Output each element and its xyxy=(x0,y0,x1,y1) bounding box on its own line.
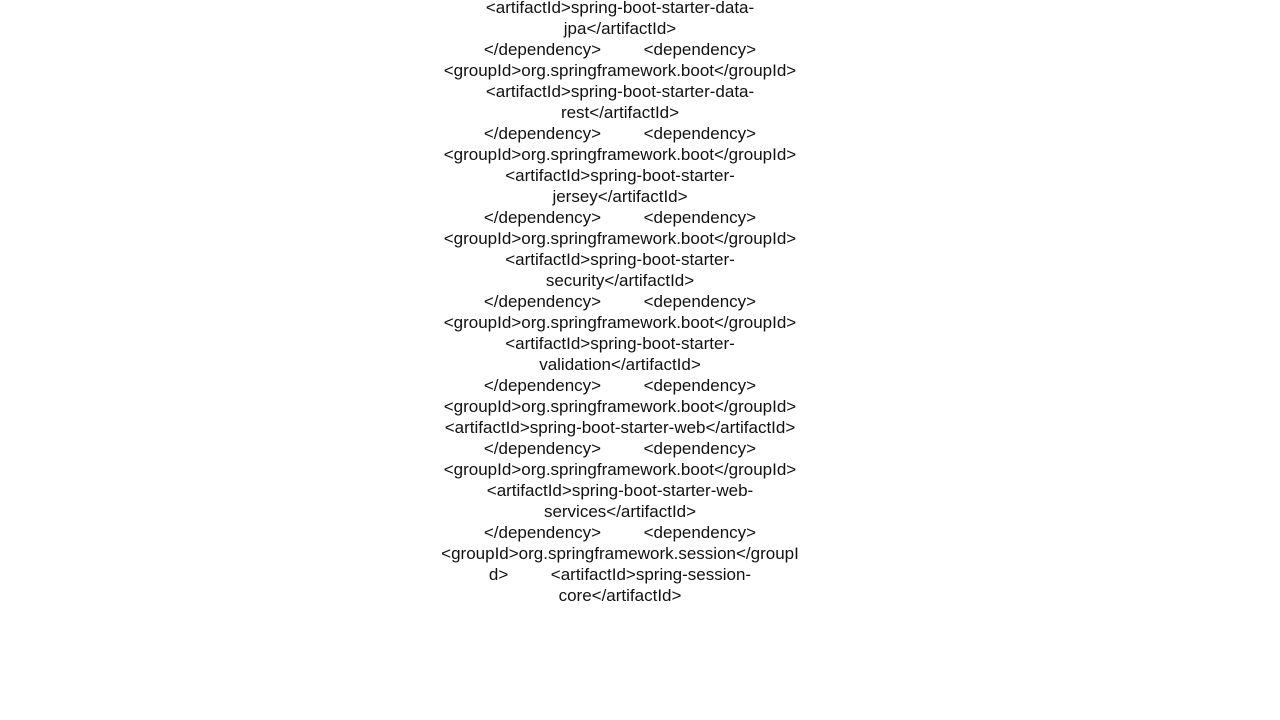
open-dependency: <dependency> xyxy=(644,208,757,227)
dependency-line: <groupId>org.springframework.session</gr… xyxy=(441,544,799,605)
dependency-line: <groupId>org.springframework.boot</group… xyxy=(444,0,839,38)
dependency-line: <groupId>org.springframework.boot</group… xyxy=(444,313,839,374)
open-dependency: <dependency> xyxy=(644,124,757,143)
close-dependency: </dependency> xyxy=(484,292,601,311)
close-dependency: </dependency> xyxy=(484,439,601,458)
open-dependency: <dependency> xyxy=(644,40,757,59)
close-dependency: </dependency> xyxy=(484,124,601,143)
open-dependency: <dependency> xyxy=(644,523,757,542)
dependency-line: <groupId>org.springframework.boot</group… xyxy=(444,460,839,521)
pom-xml-fragment: actuator</artifactId></dependency> <depe… xyxy=(440,0,800,606)
open-dependency: <dependency> xyxy=(644,292,757,311)
dependency-line: <groupId>org.springframework.boot</group… xyxy=(444,229,839,290)
dependency-line: <groupId>org.springframework.boot</group… xyxy=(444,61,839,122)
open-dependency: <dependency> xyxy=(644,439,757,458)
open-dependency: <dependency> xyxy=(644,376,757,395)
dependency-line: <groupId>org.springframework.boot</group… xyxy=(444,145,839,206)
close-dependency: </dependency> xyxy=(484,208,601,227)
close-dependency: </dependency> xyxy=(484,523,601,542)
close-dependency: </dependency> xyxy=(484,40,601,59)
dependency-line: <groupId>org.springframework.boot</group… xyxy=(444,397,839,437)
close-dependency: </dependency> xyxy=(484,376,601,395)
